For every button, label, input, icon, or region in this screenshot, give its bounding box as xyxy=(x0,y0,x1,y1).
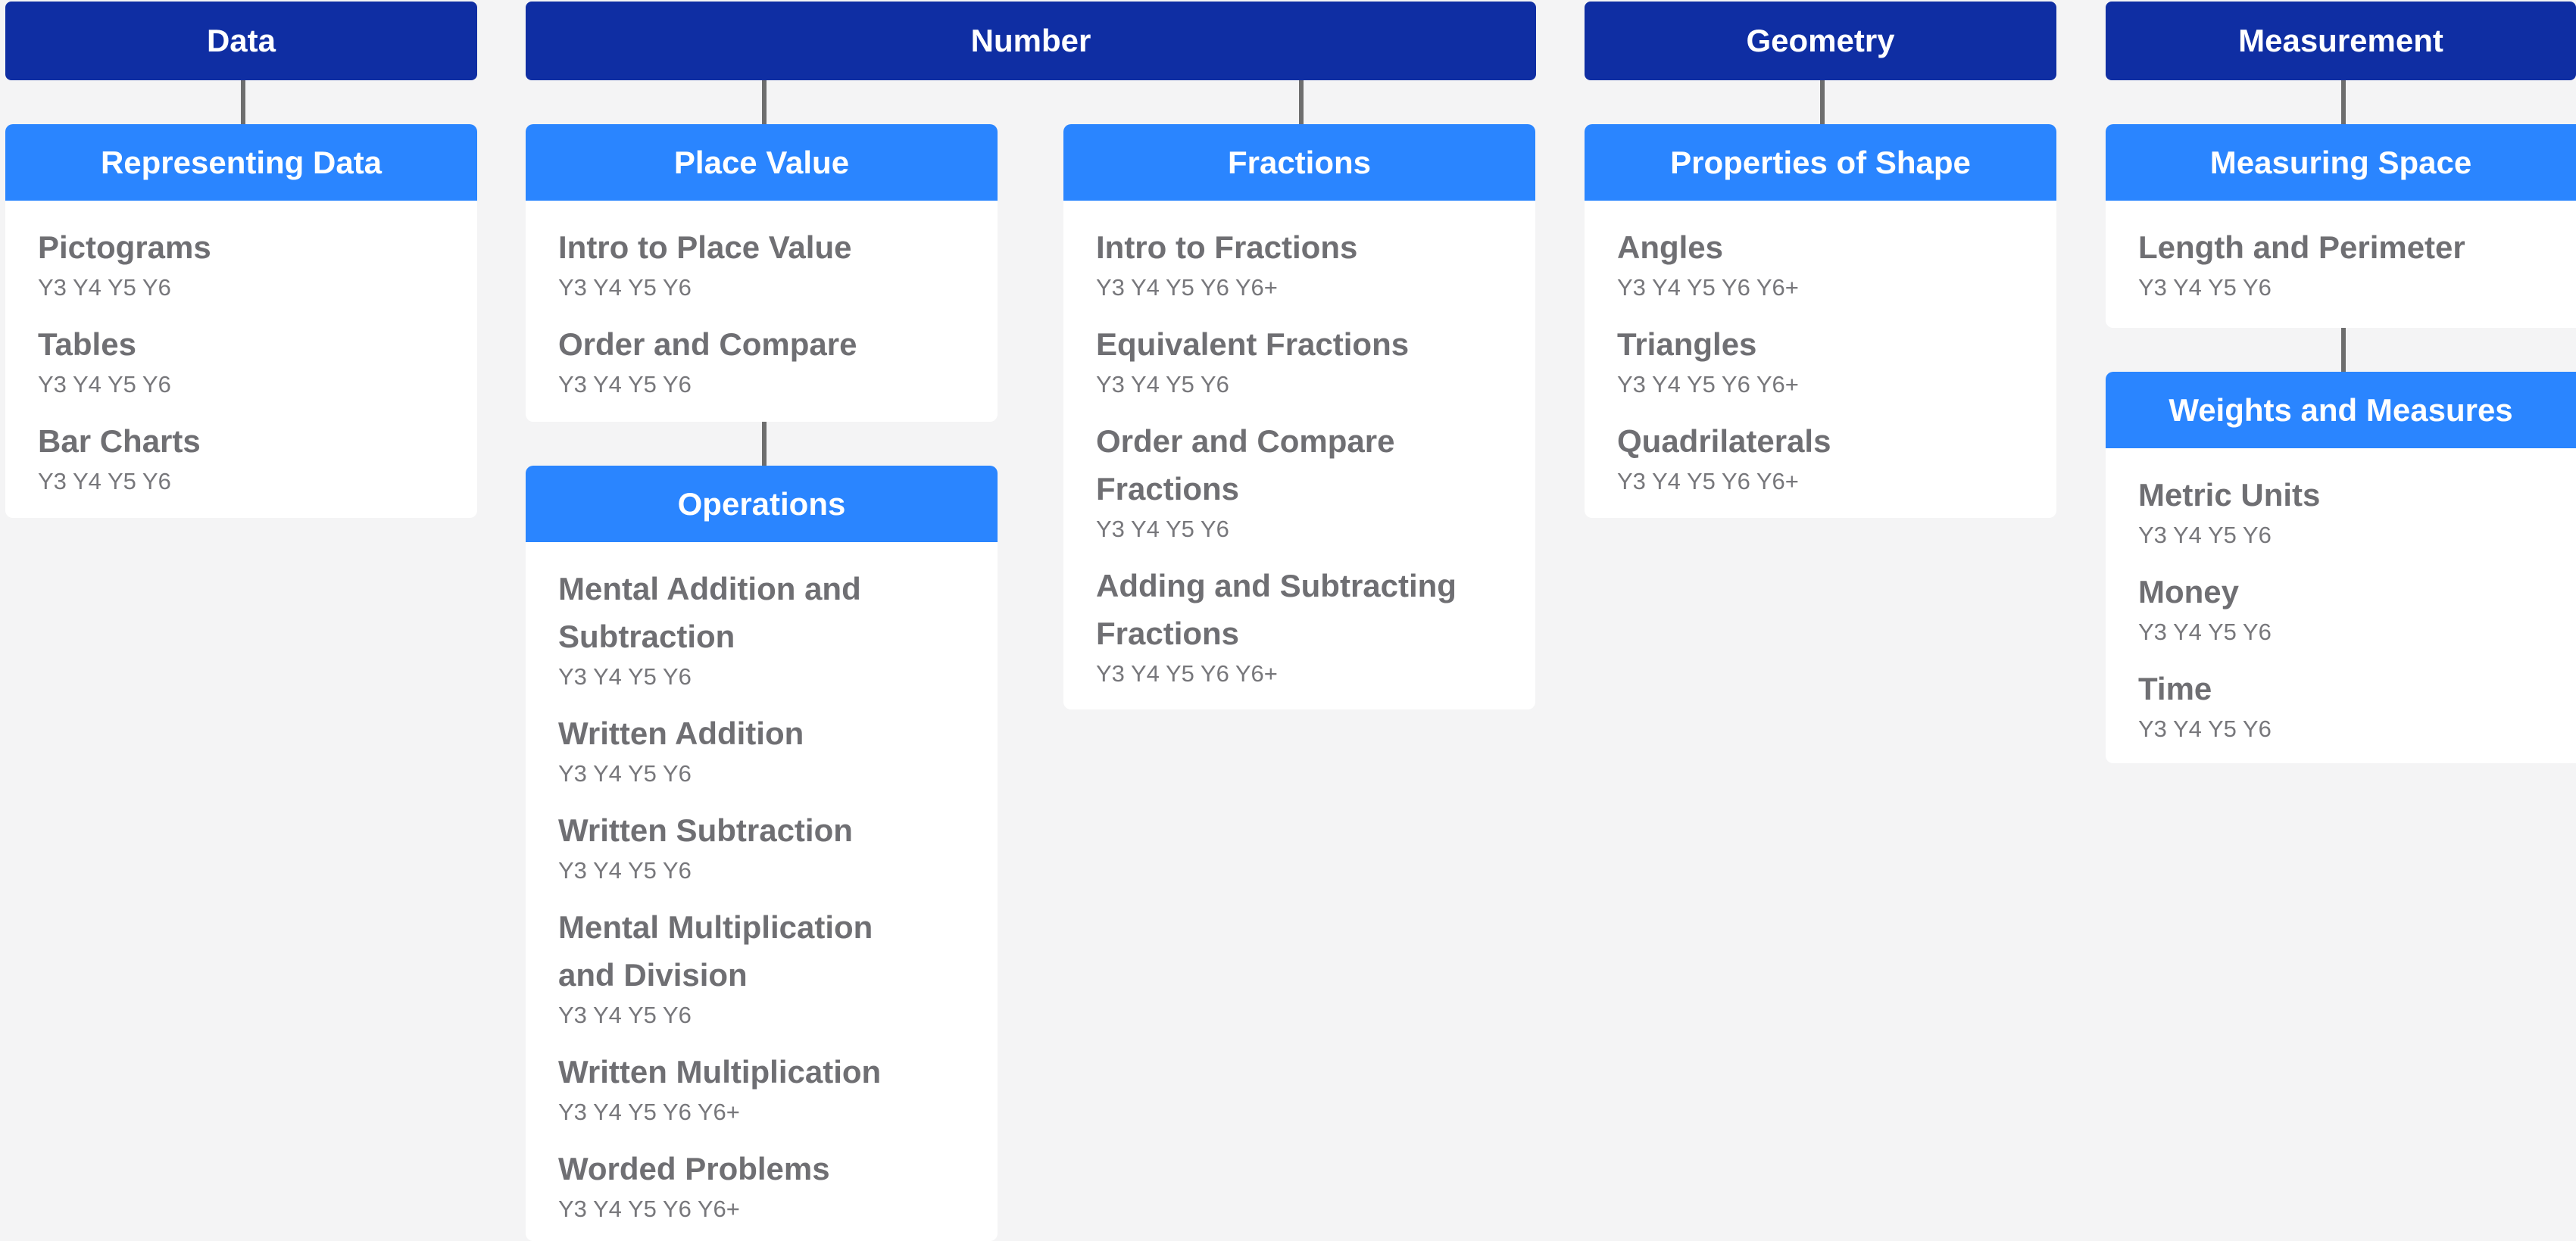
lesson-title: Written Multiplication xyxy=(558,1054,882,1090)
unit-header[interactable]: Properties of Shape xyxy=(1585,124,2056,201)
connector-geometry-shape xyxy=(1820,80,1825,124)
lesson-item[interactable]: Tables Y3 Y4 Y5 Y6 xyxy=(38,320,447,400)
lesson-years: Y3 Y4 Y5 Y6 Y6+ xyxy=(1617,274,1799,301)
connector-data-representing xyxy=(241,80,245,124)
lesson-title: Bar Charts xyxy=(38,423,201,459)
lesson-item[interactable]: Order and Compare Y3 Y4 Y5 Y6 xyxy=(558,320,967,400)
lesson-item[interactable]: Bar Charts Y3 Y4 Y5 Y6 xyxy=(38,417,447,497)
connector-space-weights xyxy=(2341,328,2346,372)
lesson-years: Y3 Y4 Y5 Y6 xyxy=(38,274,171,301)
lesson-item[interactable]: Time Y3 Y4 Y5 Y6 xyxy=(2138,665,2546,744)
lesson-item[interactable]: Written Multiplication Y3 Y4 Y5 Y6 Y6+ xyxy=(558,1048,907,1127)
unit-place-value: Place Value Intro to Place Value Y3 Y4 Y… xyxy=(526,124,998,422)
lesson-years: Y3 Y4 Y5 Y6 Y6+ xyxy=(558,1099,740,1125)
lesson-item[interactable]: Triangles Y3 Y4 Y5 Y6 Y6+ xyxy=(1617,320,2026,400)
lesson-years: Y3 Y4 Y5 Y6 Y6+ xyxy=(1096,274,1278,301)
lesson-item[interactable]: Worded Problems Y3 Y4 Y5 Y6 Y6+ xyxy=(558,1145,907,1224)
lesson-years: Y3 Y4 Y5 Y6 xyxy=(558,274,692,301)
lesson-years: Y3 Y4 Y5 Y6 xyxy=(558,1002,692,1028)
unit-weights-and-measures: Weights and Measures Metric Units Y3 Y4 … xyxy=(2106,372,2576,763)
lesson-title: Metric Units xyxy=(2138,477,2321,513)
lesson-item[interactable]: Angles Y3 Y4 Y5 Y6 Y6+ xyxy=(1617,223,2026,303)
lesson-title: Triangles xyxy=(1617,326,1757,362)
lesson-title: Order and Compare Fractions xyxy=(1096,423,1395,507)
connector-placevalue-operations xyxy=(762,422,767,466)
lesson-title: Written Subtraction xyxy=(558,812,853,848)
topic-number[interactable]: Number xyxy=(526,2,1536,80)
lesson-title: Pictograms xyxy=(38,229,211,265)
lesson-years: Y3 Y4 Y5 Y6 Y6+ xyxy=(1096,660,1278,687)
lesson-title: Mental Multiplication and Division xyxy=(558,909,873,993)
unit-header[interactable]: Weights and Measures xyxy=(2106,372,2576,448)
lesson-years: Y3 Y4 Y5 Y6 xyxy=(558,371,692,398)
lesson-item[interactable]: Order and Compare Fractions Y3 Y4 Y5 Y6 xyxy=(1096,417,1475,544)
lesson-title: Money xyxy=(2138,574,2240,610)
unit-fractions: Fractions Intro to Fractions Y3 Y4 Y5 Y6… xyxy=(1063,124,1535,709)
lesson-years: Y3 Y4 Y5 Y6 xyxy=(558,857,692,884)
lesson-years: Y3 Y4 Y5 Y6 xyxy=(2138,619,2272,645)
lesson-item[interactable]: Mental Multiplication and Division Y3 Y4… xyxy=(558,903,907,1031)
lesson-years: Y3 Y4 Y5 Y6 xyxy=(38,371,171,398)
lesson-years: Y3 Y4 Y5 Y6 xyxy=(2138,274,2272,301)
lesson-title: Worded Problems xyxy=(558,1151,830,1186)
lesson-item[interactable]: Length and Perimeter Y3 Y4 Y5 Y6 xyxy=(2138,223,2546,303)
lesson-title: Time xyxy=(2138,671,2212,706)
lesson-title: Written Addition xyxy=(558,716,804,751)
unit-header[interactable]: Fractions xyxy=(1063,124,1535,201)
unit-header[interactable]: Operations xyxy=(526,466,998,542)
lesson-item[interactable]: Intro to Fractions Y3 Y4 Y5 Y6 Y6+ xyxy=(1096,223,1475,303)
lesson-item[interactable]: Adding and Subtracting Fractions Y3 Y4 Y… xyxy=(1096,562,1475,689)
lesson-item[interactable]: Money Y3 Y4 Y5 Y6 xyxy=(2138,568,2546,647)
topic-measurement[interactable]: Measurement xyxy=(2106,2,2576,80)
lesson-title: Equivalent Fractions xyxy=(1096,326,1410,362)
unit-measuring-space: Measuring Space Length and Perimeter Y3 … xyxy=(2106,124,2576,328)
lesson-title: Adding and Subtracting Fractions xyxy=(1096,568,1457,651)
unit-properties-of-shape: Properties of Shape Angles Y3 Y4 Y5 Y6 Y… xyxy=(1585,124,2056,518)
lesson-years: Y3 Y4 Y5 Y6 xyxy=(558,760,692,787)
lesson-title: Length and Perimeter xyxy=(2138,229,2465,265)
lesson-years: Y3 Y4 Y5 Y6 xyxy=(38,468,171,494)
unit-header[interactable]: Measuring Space xyxy=(2106,124,2576,201)
lesson-item[interactable]: Quadrilaterals Y3 Y4 Y5 Y6 Y6+ xyxy=(1617,417,2026,497)
lesson-title: Angles xyxy=(1617,229,1724,265)
lesson-item[interactable]: Written Subtraction Y3 Y4 Y5 Y6 xyxy=(558,806,907,886)
unit-representing-data: Representing Data Pictograms Y3 Y4 Y5 Y6… xyxy=(5,124,477,518)
lesson-title: Intro to Place Value xyxy=(558,229,852,265)
lesson-item[interactable]: Written Addition Y3 Y4 Y5 Y6 xyxy=(558,709,907,789)
unit-operations: Operations Mental Addition and Subtracti… xyxy=(526,466,998,1241)
connector-number-placevalue xyxy=(762,80,767,124)
lesson-item[interactable]: Metric Units Y3 Y4 Y5 Y6 xyxy=(2138,471,2546,550)
unit-header[interactable]: Place Value xyxy=(526,124,998,201)
lesson-title: Quadrilaterals xyxy=(1617,423,1831,459)
lesson-years: Y3 Y4 Y5 Y6 Y6+ xyxy=(558,1196,740,1222)
lesson-years: Y3 Y4 Y5 Y6 xyxy=(1096,516,1229,542)
lesson-years: Y3 Y4 Y5 Y6 xyxy=(1096,371,1229,398)
lesson-title: Intro to Fractions xyxy=(1096,229,1358,265)
lesson-title: Mental Addition and Subtraction xyxy=(558,571,861,654)
lesson-item[interactable]: Equivalent Fractions Y3 Y4 Y5 Y6 xyxy=(1096,320,1475,400)
lesson-years: Y3 Y4 Y5 Y6 xyxy=(2138,522,2272,548)
lesson-years: Y3 Y4 Y5 Y6 Y6+ xyxy=(1617,371,1799,398)
unit-header[interactable]: Representing Data xyxy=(5,124,477,201)
lesson-years: Y3 Y4 Y5 Y6 xyxy=(2138,716,2272,742)
lesson-item[interactable]: Intro to Place Value Y3 Y4 Y5 Y6 xyxy=(558,223,967,303)
topic-data[interactable]: Data xyxy=(5,2,477,80)
lesson-years: Y3 Y4 Y5 Y6 xyxy=(558,663,692,690)
lesson-title: Tables xyxy=(38,326,136,362)
topic-geometry[interactable]: Geometry xyxy=(1585,2,2056,80)
lesson-item[interactable]: Mental Addition and Subtraction Y3 Y4 Y5… xyxy=(558,565,907,692)
lesson-item[interactable]: Pictograms Y3 Y4 Y5 Y6 xyxy=(38,223,447,303)
lesson-title: Order and Compare xyxy=(558,326,857,362)
connector-number-fractions xyxy=(1299,80,1304,124)
connector-measurement-space xyxy=(2341,80,2346,124)
lesson-years: Y3 Y4 Y5 Y6 Y6+ xyxy=(1617,468,1799,494)
